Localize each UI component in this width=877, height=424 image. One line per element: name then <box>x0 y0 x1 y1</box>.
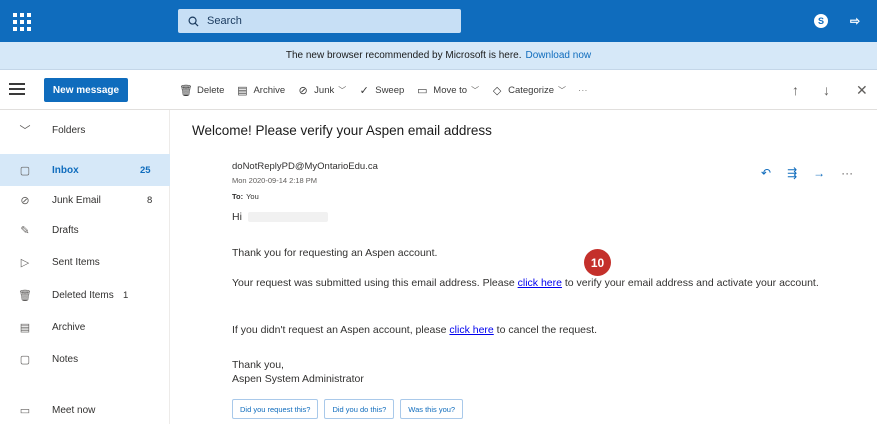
more-icon: ··· <box>578 84 588 96</box>
categorize-button[interactable]: ◇ Categorize ﹀ <box>491 84 567 97</box>
signoff: Thank you, <box>232 359 284 371</box>
junk-icon: ⊘ <box>298 84 308 97</box>
folders-header[interactable]: ﹀ Folders <box>0 114 170 146</box>
signature: Aspen System Administrator <box>232 373 364 385</box>
sidebar-item-archive[interactable]: ▤ Archive <box>0 311 170 343</box>
search-box[interactable]: Search <box>178 9 461 33</box>
download-now-link[interactable]: Download now <box>526 50 592 61</box>
move-to-icon: ▭ <box>417 84 428 97</box>
sidebar-item-deleted-items[interactable]: 🗑 Deleted Items 1 <box>0 279 170 311</box>
unread-count: 1 <box>123 289 129 301</box>
meet-now-button[interactable]: ▭ Meet now <box>0 394 170 424</box>
verify-link[interactable]: click here <box>518 277 562 289</box>
top-app-bar: Search S ⇨ <box>0 0 877 42</box>
redacted-name <box>247 212 328 223</box>
sender-address[interactable]: doNotReplyPD@MyOntarioEdu.ca <box>232 161 378 172</box>
browser-banner: The new browser recommended by Microsoft… <box>0 42 877 70</box>
greeting: Hi <box>232 210 328 225</box>
sidebar-item-inbox[interactable]: ▢ Inbox 25 <box>0 154 170 186</box>
unread-count: 25 <box>140 164 151 176</box>
junk-email-icon: ⊘ <box>20 194 30 207</box>
notes-icon: ▢ <box>19 353 31 366</box>
skype-icon[interactable]: S <box>812 12 830 30</box>
sweep-icon: ✓ <box>359 84 369 97</box>
sidebar-item-drafts[interactable]: ✎ Drafts <box>0 214 170 246</box>
search-icon <box>188 16 199 27</box>
reading-pane: Welcome! Please verify your Aspen email … <box>171 110 877 424</box>
suggested-replies: Did you request this? Did you do this? W… <box>232 399 469 419</box>
sidebar-item-sent-items[interactable]: ▷ Sent Items <box>0 246 170 278</box>
more-commands-button[interactable]: ··· <box>578 85 588 96</box>
more-icon[interactable]: ··· <box>841 166 853 180</box>
step-callout-badge: 10 <box>584 249 611 276</box>
message-subject: Welcome! Please verify your Aspen email … <box>192 123 492 138</box>
search-placeholder: Search <box>207 15 242 27</box>
sidebar-item-junk-email[interactable]: ⊘ Junk Email 8 <box>0 184 170 216</box>
suggested-reply-button[interactable]: Was this you? <box>400 399 464 419</box>
chevron-down-icon: ﹀ <box>558 85 567 95</box>
sweep-button[interactable]: ✓ Sweep <box>358 84 405 97</box>
archive-button[interactable]: ▤ Archive <box>236 84 285 97</box>
move-to-button[interactable]: ▭ Move to ﹀ <box>416 84 480 97</box>
junk-button[interactable]: ⊘ Junk ﹀ <box>297 84 347 97</box>
command-bar: 🗑 Delete ▤ Archive ⊘ Junk ﹀ ✓ Sweep ▭ Mo… <box>179 70 600 110</box>
chevron-down-icon: ﹀ <box>338 85 347 95</box>
archive-icon: ▤ <box>237 84 248 97</box>
close-icon[interactable]: ✕ <box>856 82 868 99</box>
message-date: Mon 2020-09-14 2:18 PM <box>232 176 318 185</box>
new-message-button[interactable]: New message <box>44 78 128 102</box>
arrow-up-icon[interactable]: ↑ <box>792 82 799 98</box>
cancel-link[interactable]: click here <box>449 324 493 336</box>
recipient-line: To: You <box>232 192 259 201</box>
archive-folder-icon: ▤ <box>19 321 31 334</box>
message-actions: ↶ ⇶ → ··· <box>761 166 869 180</box>
paragraph-1: Thank you for requesting an Aspen accoun… <box>232 247 438 259</box>
chevron-down-icon: ﹀ <box>19 125 31 137</box>
app-launcher-icon[interactable] <box>11 11 31 31</box>
inbox-icon: ▢ <box>19 164 31 177</box>
paragraph-2: Your request was submitted using this em… <box>232 277 819 289</box>
feedback-icon[interactable]: ⇨ <box>846 12 864 30</box>
sent-icon: ▷ <box>20 256 30 269</box>
suggested-reply-button[interactable]: Did you request this? <box>232 399 319 419</box>
reply-icon[interactable]: ↶ <box>761 166 771 180</box>
video-camera-icon: ▭ <box>19 404 31 417</box>
sidebar-item-notes[interactable]: ▢ Notes <box>0 343 170 375</box>
reply-all-icon[interactable]: ⇶ <box>787 166 797 180</box>
suggested-reply-button[interactable]: Did you do this? <box>324 399 395 419</box>
tag-icon: ◇ <box>492 84 502 97</box>
drafts-icon: ✎ <box>20 224 30 237</box>
trash-icon: 🗑 <box>179 84 193 97</box>
deleted-icon: 🗑 <box>18 289 32 302</box>
hamburger-menu-icon[interactable] <box>9 83 25 97</box>
unread-count: 8 <box>147 194 153 206</box>
folder-pane: ﹀ Folders ▢ Inbox 25 ⊘ Junk Email 8 ✎ Dr… <box>0 110 170 424</box>
paragraph-3: If you didn't request an Aspen account, … <box>232 324 598 336</box>
command-toolbar: New message 🗑 Delete ▤ Archive ⊘ Junk ﹀ … <box>0 70 877 110</box>
forward-icon[interactable]: → <box>813 166 825 180</box>
arrow-down-icon[interactable]: ↓ <box>823 82 830 98</box>
delete-button[interactable]: 🗑 Delete <box>179 84 224 97</box>
banner-text: The new browser recommended by Microsoft… <box>285 50 522 61</box>
chevron-down-icon: ﹀ <box>471 85 480 95</box>
